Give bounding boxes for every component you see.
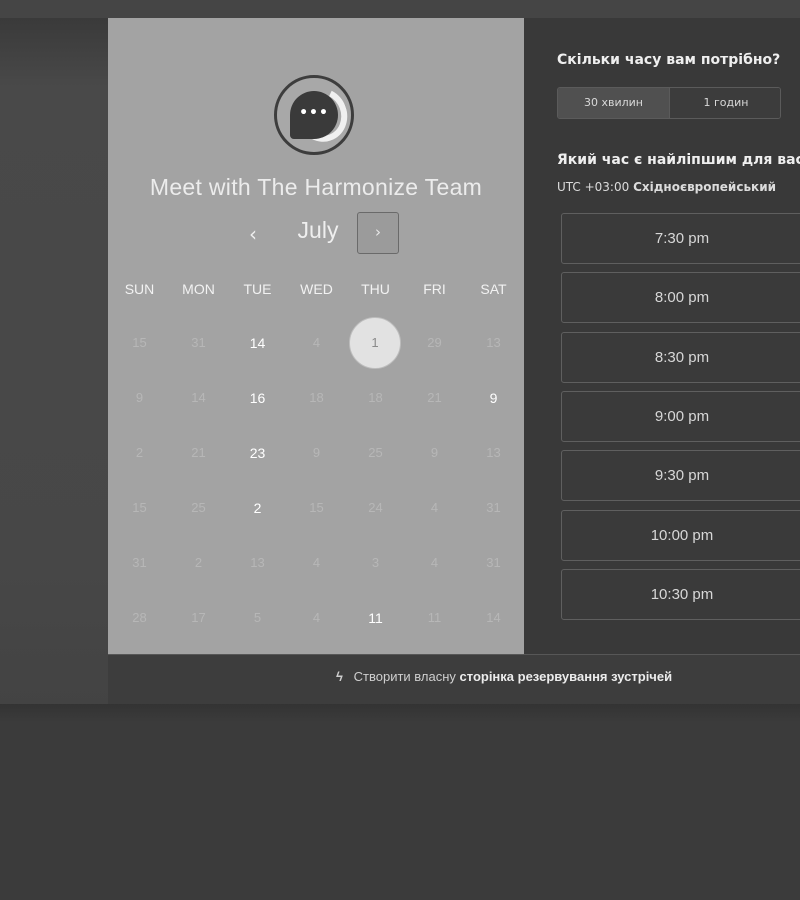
calendar-day[interactable]: 9 [464,371,523,425]
timezone-label[interactable]: UTC +03:00 Східноєвропейський [557,180,776,194]
calendar-day: 14 [191,390,206,405]
time-slot-label: 7:30 pm [654,230,710,247]
calendar-day: 14 [486,610,501,625]
calendar-day: 9 [430,445,439,460]
calendar-day: 2 [135,445,144,460]
time-slot-button[interactable]: 8:00 pm [561,272,800,324]
calendar-day: 25 [191,500,206,515]
time-slot-label: 10:00 pm [650,526,714,544]
weekday-label: SAT [480,281,507,297]
calendar-day: 15 [309,500,324,515]
calendar-day[interactable]: 14 [228,316,287,370]
calendar-day: 21 [191,445,206,460]
calendar-day: 29 [427,335,442,350]
timezone-offset: UTC +03:00 [557,180,630,194]
top-bar [0,0,800,18]
selected-day-circle: 1 [349,317,401,369]
time-slot-button[interactable]: 10:30 pm [561,568,800,620]
footer-prefix: Створити власну [353,669,456,684]
booking-page: ••• Meet with The Harmonize Team ‹ July … [0,0,800,900]
calendar-day: 31 [132,555,147,570]
time-slot-label: 9:30 pm [654,467,710,485]
time-slot-label: 9:00 pm [654,407,710,425]
calendar-day: 11 [427,610,442,625]
time-slot-button[interactable]: 9:30 pm [561,450,800,502]
duration-toggle: 30 хвилин 1 годин [557,87,781,119]
calendar-day[interactable]: 16 [228,371,287,425]
time-slot-button[interactable]: 7:30 pm [561,213,800,264]
ellipsis-icon: ••• [299,105,329,121]
weekday-label: WED [300,281,333,297]
meeting-title: Meet with The Harmonize Team [149,174,483,200]
calendar-day: 4 [312,610,321,625]
calendar-day[interactable]: 23 [228,426,287,480]
best-time-question: Який час є найліпшим для вас [557,152,800,168]
month-label: July [297,217,339,243]
footer-bar: ϟ Створити власну сторінка резервування … [108,654,800,704]
time-slot-button[interactable]: 10:00 pm [561,509,800,561]
duration-option-30-min[interactable]: 30 хвилин [558,88,670,118]
calendar-day: 13 [486,445,501,460]
calendar-day: 4 [312,335,321,350]
calendar-day: 3 [371,555,380,570]
calendar-day[interactable]: 2 [228,481,287,535]
month-navigation: ‹ July › [108,212,524,256]
calendar-day: 4 [430,500,439,515]
calendar-day: 24 [368,500,383,515]
booking-panel: Скільки часу вам потрібно? 30 хвилин 1 г… [524,18,800,654]
calendar-day: 31 [486,500,501,515]
calendar-day: 5 [253,610,262,625]
calendar-day[interactable]: 11 [346,591,405,645]
team-logo-icon: ••• [274,75,355,155]
weekday-label: MON [182,281,215,297]
time-slot-button[interactable]: 9:00 pm [561,390,800,442]
time-slot-button[interactable]: 8:30 pm [561,331,800,383]
calendar-day: 15 [132,335,147,350]
duration-question: Скільки часу вам потрібно? [557,52,781,68]
weekday-label: FRI [423,281,446,297]
calendar-day: 4 [430,555,439,570]
footer-link-text: сторінка резервування зустрічей [459,669,673,684]
calendar-panel: ••• Meet with The Harmonize Team ‹ July … [108,18,524,654]
hubspot-icon: ϟ [336,669,343,684]
chat-bubble-icon: ••• [290,91,338,139]
calendar-day: 17 [191,610,206,625]
weekday-label: THU [361,281,390,297]
calendar-day: 13 [486,335,501,350]
calendar-day: 4 [312,555,321,570]
duration-option-1-hour[interactable]: 1 годин [670,88,780,118]
left-background [0,18,108,708]
calendar-day-selected[interactable]: 1 [346,316,405,370]
calendar-day: 25 [368,445,383,460]
calendar-day: 9 [312,445,321,460]
prev-month-button[interactable]: ‹ [238,220,268,250]
time-slot-label: 8:30 pm [654,348,710,366]
calendar-day: 28 [132,610,147,625]
calendar-day: 15 [132,500,147,515]
timezone-name: Східноєвропейський [633,180,777,194]
widget-shadow [0,704,800,722]
calendar-day: 31 [486,555,501,570]
weekday-label: SUN [124,281,155,297]
time-slot-label: 10:30 pm [650,585,714,603]
calendar-day: 21 [427,390,442,405]
calendar-day: 18 [368,390,383,405]
calendar-day: 2 [194,555,203,570]
create-booking-page-link[interactable]: ϟ Створити власну сторінка резервування … [336,669,672,684]
weekday-label: TUE [243,281,272,297]
time-slot-label: 8:00 pm [654,289,710,307]
calendar-day: 13 [250,555,265,570]
calendar-day: 9 [135,390,144,405]
next-month-button[interactable]: › [357,212,399,254]
calendar-day: 31 [191,335,206,350]
calendar-day: 18 [309,390,324,405]
